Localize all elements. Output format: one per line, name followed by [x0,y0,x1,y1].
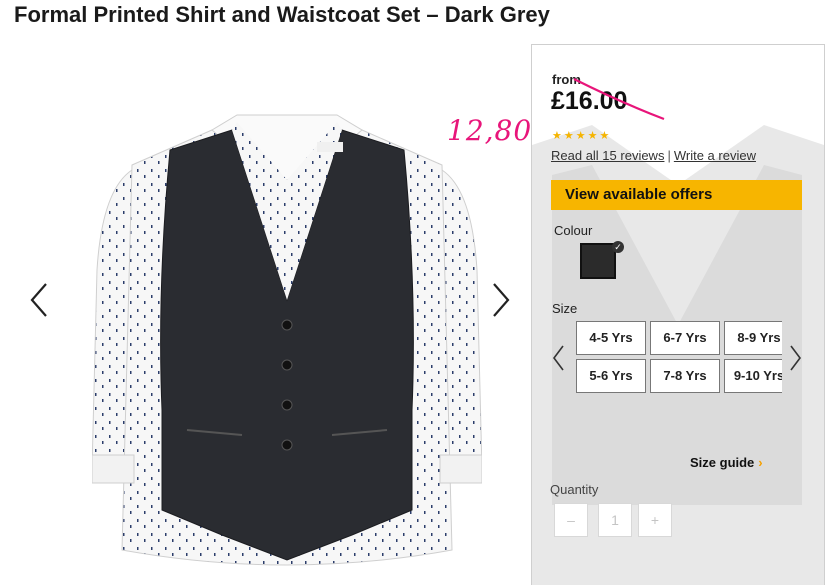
size-label: Size [552,301,578,316]
read-reviews-link[interactable]: Read all 15 reviews [551,148,664,163]
chevron-left-icon [553,345,564,371]
size-guide-link[interactable]: Size guide › [690,455,763,470]
price-from-label: from [552,72,581,87]
gallery-prev-button[interactable] [24,280,54,320]
colour-swatch-dark-grey[interactable] [580,243,616,279]
quantity-input[interactable]: 1 [598,503,632,537]
chevron-right-icon: › [758,455,763,470]
quantity-label: Quantity [550,482,599,497]
size-prev-button[interactable] [550,343,568,373]
size-guide-label: Size guide [690,455,755,470]
colour-label: Colour [554,223,593,238]
size-option[interactable]: 9-10 Yrs [724,359,782,393]
size-options: 4-5 Yrs 6-7 Yrs 8-9 Yrs 5-6 Yrs 7-8 Yrs … [576,321,782,397]
reviews-links: Read all 15 reviews | Write a review [551,148,756,163]
rating-stars: ★★★★★ [552,130,612,142]
chevron-right-icon [493,283,510,317]
check-icon: ✓ [612,241,624,253]
product-info-panel: from £16.00 ★★★★★ Read all 15 reviews | Wr… [531,44,825,585]
write-review-link[interactable]: Write a review [674,148,756,163]
quantity-increase-button[interactable]: + [638,503,672,537]
quantity-decrease-button[interactable]: – [554,503,588,537]
handwritten-price-annotation: 12,80 [447,114,533,147]
gallery-next-button[interactable] [486,280,516,320]
chevron-left-icon [30,283,47,317]
size-next-button[interactable] [786,343,804,373]
chevron-right-icon [790,345,801,371]
page-title: Formal Printed Shirt and Waistcoat Set –… [14,2,550,27]
view-offers-button[interactable]: View available offers [551,180,802,210]
size-option[interactable]: 5-6 Yrs [576,359,646,393]
size-option[interactable]: 6-7 Yrs [650,321,720,355]
reviews-separator: | [667,148,671,163]
size-option[interactable]: 8-9 Yrs [724,321,782,355]
price: £16.00 [551,87,628,115]
size-option[interactable]: 7-8 Yrs [650,359,720,393]
size-option[interactable]: 4-5 Yrs [576,321,646,355]
product-image [92,114,482,566]
